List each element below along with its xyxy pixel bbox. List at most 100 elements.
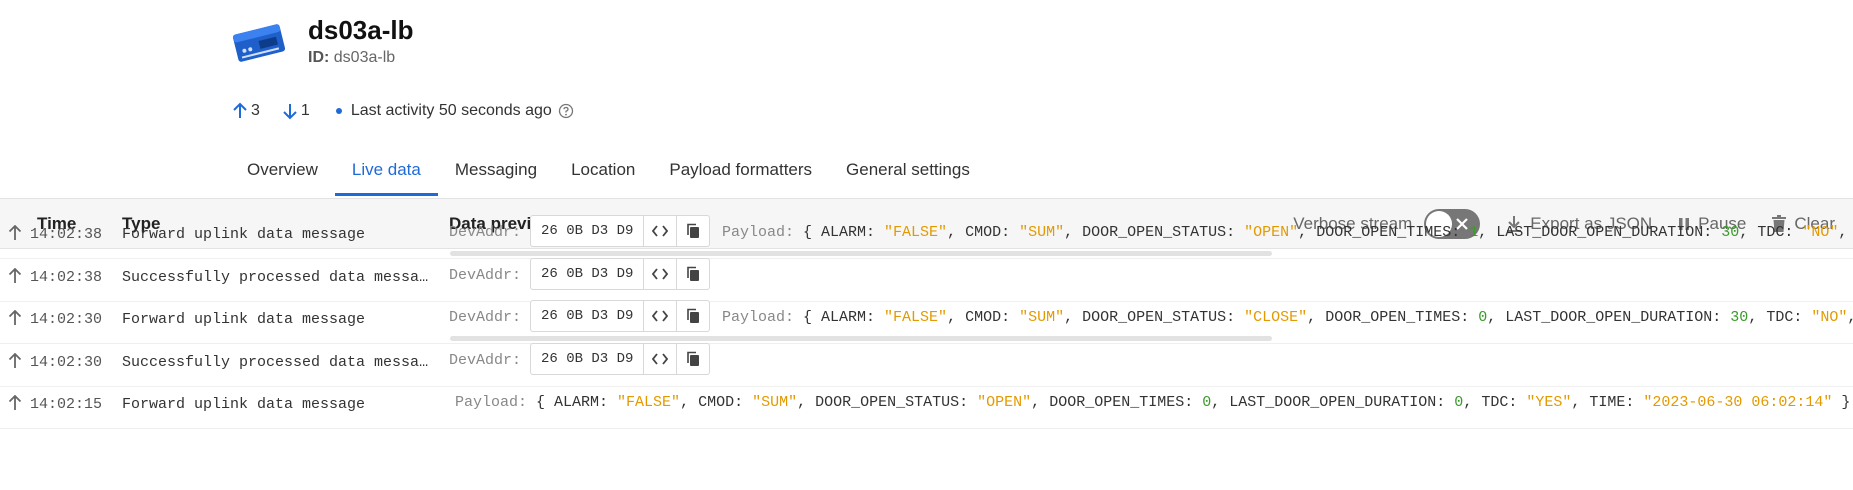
payload-preview: Payload: { ALARM: "FALSE", CMOD: "SUM", … <box>722 224 1848 241</box>
devaddr-field: 26 0B D3 D9 <box>530 215 711 247</box>
payload-value: 30 <box>1730 309 1749 326</box>
toggle-format-button[interactable] <box>643 216 676 246</box>
payload-key: CMOD: <box>698 394 753 411</box>
device-stats: 3 1 Last activity 50 seconds ago <box>232 100 574 122</box>
tab-payload-formatters[interactable]: Payload formatters <box>652 150 829 196</box>
tab-location[interactable]: Location <box>554 150 652 196</box>
devaddr-field: 26 0B D3 D9 <box>530 343 711 375</box>
payload-value: "SUM" <box>1019 224 1065 241</box>
payload-key: DOOR_OPEN_TIMES: <box>1316 224 1470 241</box>
payload-value: 1 <box>1469 224 1479 241</box>
payload-key: TDC: <box>1757 224 1803 241</box>
payload-value: 30 <box>1721 224 1740 241</box>
payload-key: ALARM: <box>821 224 885 241</box>
row-time: 14:02:15 <box>30 396 103 413</box>
devaddr-field: 26 0B D3 D9 <box>530 258 711 290</box>
row-type: Forward uplink data message <box>122 226 366 243</box>
payload-label: Payload: <box>722 309 804 326</box>
toggle-format-button[interactable] <box>643 344 676 374</box>
device-id-label: ID: <box>308 49 330 66</box>
devaddr-label: DevAddr: <box>449 352 522 369</box>
arrow-up-icon <box>8 352 22 374</box>
devaddr-field: 26 0B D3 D9 <box>530 300 711 332</box>
arrow-up-icon <box>8 224 22 246</box>
payload-key: LAST_DOOR_OPEN_DURATION: <box>1229 394 1455 411</box>
arrow-up-icon <box>8 267 22 289</box>
toggle-format-button[interactable] <box>643 301 676 331</box>
payload-label: Payload: <box>455 394 537 411</box>
copy-icon <box>687 351 700 366</box>
payload-key: DOOR_OPEN_STATUS: <box>1082 309 1245 326</box>
devaddr-label: DevAddr: <box>449 224 522 241</box>
help-icon[interactable] <box>558 103 574 119</box>
payload-key: TDC: <box>1766 309 1812 326</box>
payload-value: "FALSE" <box>884 224 948 241</box>
uplink-count: 3 <box>232 102 260 120</box>
toggle-format-button[interactable] <box>643 259 676 289</box>
device-tabs: Overview Live data Messaging Location Pa… <box>233 150 987 196</box>
payload-key: CMOD: <box>965 309 1020 326</box>
payload-key: DOOR_OPEN_STATUS: <box>815 394 978 411</box>
devaddr-value: 26 0B D3 D9 <box>541 308 634 324</box>
payload-value: "SUM" <box>752 394 798 411</box>
payload-value: "OPEN" <box>977 394 1032 411</box>
payload-value: "FALSE" <box>884 309 948 326</box>
table-row[interactable]: 14:02:15 Forward uplink data message Paylo… <box>0 379 1853 429</box>
payload-key: ALARM: <box>821 309 885 326</box>
copy-icon <box>687 223 700 238</box>
payload-value: "CLOSE" <box>1244 309 1308 326</box>
payload-key: CMOD: <box>965 224 1020 241</box>
tab-live-data[interactable]: Live data <box>334 150 438 196</box>
device-id-value: ds03a-lb <box>333 49 396 66</box>
copy-icon <box>687 308 700 323</box>
payload-value: "SUM" <box>1019 309 1065 326</box>
row-time: 14:02:38 <box>30 269 103 286</box>
tab-general-settings[interactable]: General settings <box>829 150 987 196</box>
uplink-arrow-icon <box>8 224 22 240</box>
tab-overview[interactable]: Overview <box>233 150 335 196</box>
device-id: ID: ds03a-lb <box>308 49 395 67</box>
payload-value: "OPEN" <box>1244 224 1299 241</box>
tab-messaging[interactable]: Messaging <box>438 150 554 196</box>
device-icon <box>232 24 286 62</box>
copy-button[interactable] <box>676 259 709 289</box>
downlink-count: 1 <box>282 102 310 120</box>
code-icon <box>652 353 669 365</box>
payload-key: LAST_DOOR_OPEN_DURATION: <box>1505 309 1731 326</box>
payload-value: "NO" <box>1811 309 1848 326</box>
arrow-up-icon <box>8 309 22 331</box>
payload-key: ALARM: <box>554 394 618 411</box>
payload-value: 0 <box>1454 394 1464 411</box>
payload-key: TIME: <box>1589 394 1644 411</box>
copy-button[interactable] <box>676 216 709 246</box>
payload-value: "YES" <box>1526 394 1572 411</box>
row-time: 14:02:30 <box>30 311 103 328</box>
payload-value: "NO" <box>1802 224 1839 241</box>
payload-value: 0 <box>1478 309 1488 326</box>
row-time: 14:02:38 <box>30 226 103 243</box>
code-icon <box>652 268 669 280</box>
payload-preview: Payload: { ALARM: "FALSE", CMOD: "SUM", … <box>722 309 1853 326</box>
payload-preview: Payload: { ALARM: "FALSE", CMOD: "SUM", … <box>455 394 1851 411</box>
payload-label: Payload: <box>722 224 804 241</box>
uplink-arrow-icon <box>8 394 22 410</box>
copy-button[interactable] <box>676 301 709 331</box>
devaddr-value: 26 0B D3 D9 <box>541 223 634 239</box>
code-icon <box>652 310 669 322</box>
devaddr-value: 26 0B D3 D9 <box>541 266 634 282</box>
arrow-up-icon <box>233 102 247 118</box>
payload-value: "2023-06-30 06:02:14" <box>1643 394 1833 411</box>
code-icon <box>652 225 669 237</box>
device-name: ds03a-lb <box>308 15 414 45</box>
payload-key: DOOR_OPEN_TIMES: <box>1325 309 1479 326</box>
payload-key: LAST_DOOR_OPEN_DURATION: <box>1496 224 1722 241</box>
last-activity-text: Last activity 50 seconds ago <box>350 102 552 119</box>
devaddr-value: 26 0B D3 D9 <box>541 351 634 367</box>
payload-key: DOOR_OPEN_STATUS: <box>1082 224 1245 241</box>
uplink-arrow-icon <box>8 309 22 325</box>
row-type: Forward uplink data message <box>122 311 366 328</box>
row-type: Successfully processed data message <box>122 354 432 371</box>
copy-button[interactable] <box>676 344 709 374</box>
copy-icon <box>687 266 700 281</box>
uplink-count-value: 3 <box>251 102 260 119</box>
